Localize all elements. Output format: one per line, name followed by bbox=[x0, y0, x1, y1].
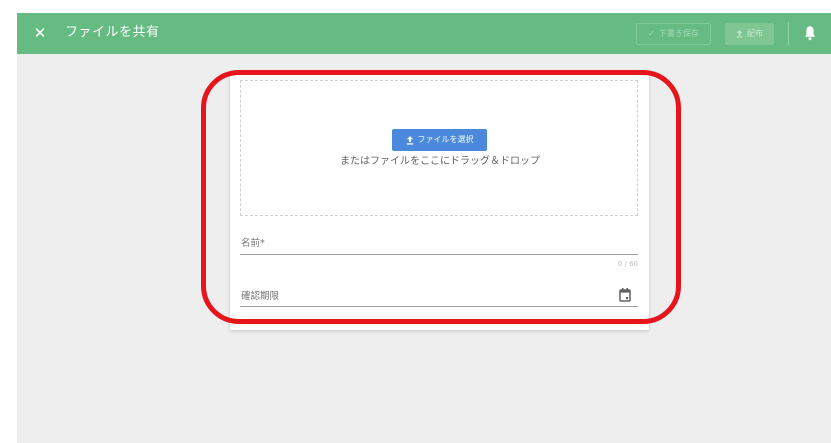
name-input[interactable]: 名前* bbox=[240, 235, 638, 255]
share-file-card: ファイルを選択 またはファイルをここにドラッグ＆ドロップ 名前* 0 / 60 … bbox=[230, 72, 649, 330]
check-icon: ✓ bbox=[648, 29, 655, 38]
select-file-button[interactable]: ファイルを選択 bbox=[392, 129, 487, 151]
drop-hint-text: またはファイルをここにドラッグ＆ドロップ bbox=[340, 156, 540, 167]
upload-icon bbox=[406, 135, 413, 145]
top-app-bar: ✕ ファイルを共有 ✓ 下書き保存 配布 bbox=[17, 13, 831, 54]
name-field-label: 名前* bbox=[241, 238, 265, 249]
toolbar-divider bbox=[788, 22, 789, 45]
page-title: ファイルを共有 bbox=[65, 25, 160, 40]
due-date-label: 確認期限 bbox=[241, 291, 280, 302]
save-draft-label: 下書き保存 bbox=[658, 29, 699, 38]
select-file-label: ファイルを選択 bbox=[417, 135, 474, 144]
distribute-button[interactable]: 配布 bbox=[725, 23, 774, 45]
file-drop-zone[interactable]: ファイルを選択 またはファイルをここにドラッグ＆ドロップ bbox=[240, 80, 638, 216]
app-window: ✕ ファイルを共有 ✓ 下書き保存 配布 ファイルを選択 またはファイルをここにド… bbox=[17, 13, 831, 443]
calendar-icon[interactable] bbox=[618, 287, 632, 303]
name-char-counter: 0 / 60 bbox=[617, 260, 638, 268]
bell-icon[interactable] bbox=[803, 25, 817, 42]
upload-icon bbox=[736, 30, 743, 38]
distribute-label: 配布 bbox=[747, 29, 763, 38]
save-draft-button[interactable]: ✓ 下書き保存 bbox=[636, 23, 711, 45]
due-date-input[interactable]: 確認期限 bbox=[240, 287, 638, 307]
close-icon[interactable]: ✕ bbox=[31, 23, 49, 43]
